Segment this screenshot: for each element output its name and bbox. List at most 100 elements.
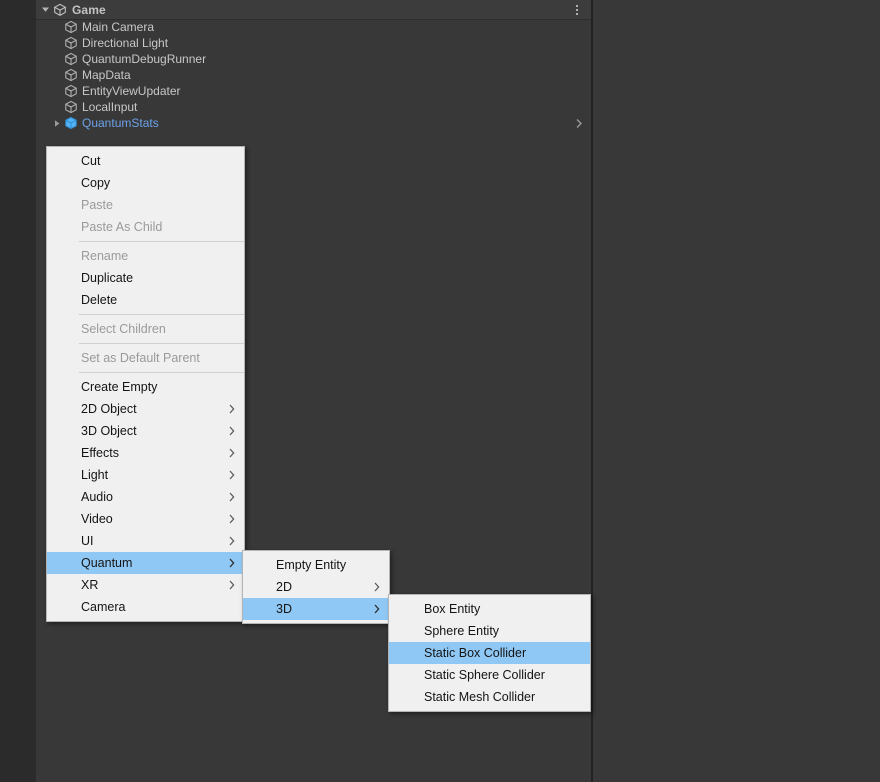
hierarchy-row[interactable]: LocalInput (36, 99, 591, 115)
chevron-right-icon (229, 552, 235, 574)
menu-item-label: Set as Default Parent (81, 351, 200, 365)
menu-item-audio[interactable]: Audio (47, 486, 244, 508)
menu-item-label: 2D (276, 580, 292, 594)
menu-item-label: Paste (81, 198, 113, 212)
threed-item-sphere-entity[interactable]: Sphere Entity (389, 620, 590, 642)
menu-item-label: Rename (81, 249, 129, 263)
menu-item-label: Static Sphere Collider (424, 668, 545, 682)
chevron-right-icon (229, 398, 235, 420)
hierarchy-row-label: QuantumStats (82, 116, 159, 130)
menu-item-3d-object[interactable]: 3D Object (47, 420, 244, 442)
hierarchy-row[interactable]: MapData (36, 67, 591, 83)
hierarchy-row[interactable]: Directional Light (36, 35, 591, 51)
menu-item-effects[interactable]: Effects (47, 442, 244, 464)
hierarchy-row[interactable]: Main Camera (36, 19, 591, 35)
editor-right-area (593, 0, 880, 782)
chevron-right-icon (374, 598, 380, 620)
gameobject-cube-icon (64, 84, 78, 98)
menu-item-label: Box Entity (424, 602, 481, 616)
menu-item-video[interactable]: Video (47, 508, 244, 530)
menu-item-cut[interactable]: Cut (47, 150, 244, 172)
threed-item-static-mesh-collider[interactable]: Static Mesh Collider (389, 686, 590, 708)
menu-item-label: XR (81, 578, 99, 592)
menu-separator (79, 241, 244, 242)
menu-item-paste-as-child: Paste As Child (47, 216, 244, 238)
menu-item-duplicate[interactable]: Duplicate (47, 267, 244, 289)
menu-item-label: Duplicate (81, 271, 134, 285)
menu-item-label: Cut (81, 154, 101, 168)
hierarchy-context-menu[interactable]: Cut Copy Paste Paste As Child Rename Duplicat… (46, 146, 245, 622)
gameobject-cube-icon (64, 52, 78, 66)
chevron-right-icon (229, 508, 235, 530)
menu-separator (79, 372, 244, 373)
chevron-right-icon (229, 530, 235, 552)
menu-item-create-empty[interactable]: Create Empty (47, 376, 244, 398)
menu-item-label: Effects (81, 446, 119, 460)
menu-item-delete[interactable]: Delete (47, 289, 244, 311)
gameobject-cube-icon (64, 20, 78, 34)
quantum-item-empty-entity[interactable]: Empty Entity (243, 554, 389, 576)
gameobject-cube-icon (64, 68, 78, 82)
menu-item-2d-object[interactable]: 2D Object (47, 398, 244, 420)
hierarchy-row-label: Directional Light (82, 36, 169, 50)
menu-item-label: Empty Entity (276, 558, 347, 572)
menu-item-paste: Paste (47, 194, 244, 216)
menu-item-light[interactable]: Light (47, 464, 244, 486)
chevron-right-icon (374, 576, 380, 598)
unity-scene-icon (53, 3, 67, 16)
menu-item-label: Video (81, 512, 113, 526)
threed-item-box-entity[interactable]: Box Entity (389, 598, 590, 620)
menu-item-select-children: Select Children (47, 318, 244, 340)
hierarchy-tree: Main Camera Directional Light QuantumDebug… (36, 19, 591, 131)
menu-item-label: Static Box Collider (424, 646, 527, 660)
menu-item-quantum[interactable]: Quantum (47, 552, 244, 574)
kebab-menu-icon[interactable] (570, 3, 584, 17)
menu-item-camera[interactable]: Camera (47, 596, 244, 618)
hierarchy-row[interactable]: QuantumDebugRunner (36, 51, 591, 67)
quantum-item-3d[interactable]: 3D (243, 598, 389, 620)
chevron-right-icon (229, 486, 235, 508)
hierarchy-scene-header[interactable]: Game (36, 0, 591, 20)
menu-item-rename: Rename (47, 245, 244, 267)
unity-editor-window: Game Main Camera Directional Light Quantum… (0, 0, 880, 782)
hierarchy-row-label: EntityViewUpdater (82, 84, 181, 98)
open-prefab-chevron-icon[interactable] (575, 115, 583, 131)
menu-item-label: Audio (81, 490, 113, 504)
menu-item-label: 3D (276, 602, 292, 616)
menu-item-label: 2D Object (81, 402, 137, 416)
hierarchy-row-label: Main Camera (82, 20, 155, 34)
menu-item-label: Static Mesh Collider (424, 690, 536, 704)
hierarchy-row[interactable]: EntityViewUpdater (36, 83, 591, 99)
panel-divider (591, 0, 593, 782)
quantum-submenu[interactable]: Empty Entity 2D 3D (242, 550, 390, 624)
hierarchy-row-label: QuantumDebugRunner (82, 52, 207, 66)
prefab-cube-icon (64, 116, 78, 130)
chevron-right-icon (229, 420, 235, 442)
chevron-right-icon (229, 442, 235, 464)
chevron-right-icon (229, 574, 235, 596)
triangle-down-icon[interactable] (38, 5, 52, 14)
threed-item-static-sphere-collider[interactable]: Static Sphere Collider (389, 664, 590, 686)
gameobject-cube-icon (64, 36, 78, 50)
quantum-3d-submenu[interactable]: Box Entity Sphere Entity Static Box Collid… (388, 594, 591, 712)
gameobject-cube-icon (64, 100, 78, 114)
menu-item-label: Select Children (81, 322, 166, 336)
quantum-item-2d[interactable]: 2D (243, 576, 389, 598)
menu-separator (79, 314, 244, 315)
menu-item-xr[interactable]: XR (47, 574, 244, 596)
hierarchy-row-label: LocalInput (82, 100, 138, 114)
menu-item-label: Create Empty (81, 380, 158, 394)
hierarchy-row[interactable]: QuantumStats (36, 115, 591, 131)
menu-item-label: Light (81, 468, 109, 482)
triangle-right-icon[interactable] (50, 115, 63, 131)
menu-item-label: Camera (81, 600, 126, 614)
menu-item-copy[interactable]: Copy (47, 172, 244, 194)
menu-item-label: Copy (81, 176, 111, 190)
menu-separator (79, 343, 244, 344)
editor-left-gutter (0, 0, 36, 782)
menu-item-ui[interactable]: UI (47, 530, 244, 552)
chevron-right-icon (229, 464, 235, 486)
menu-item-label: 3D Object (81, 424, 137, 438)
threed-item-static-box-collider[interactable]: Static Box Collider (389, 642, 590, 664)
menu-item-label: UI (81, 534, 94, 548)
